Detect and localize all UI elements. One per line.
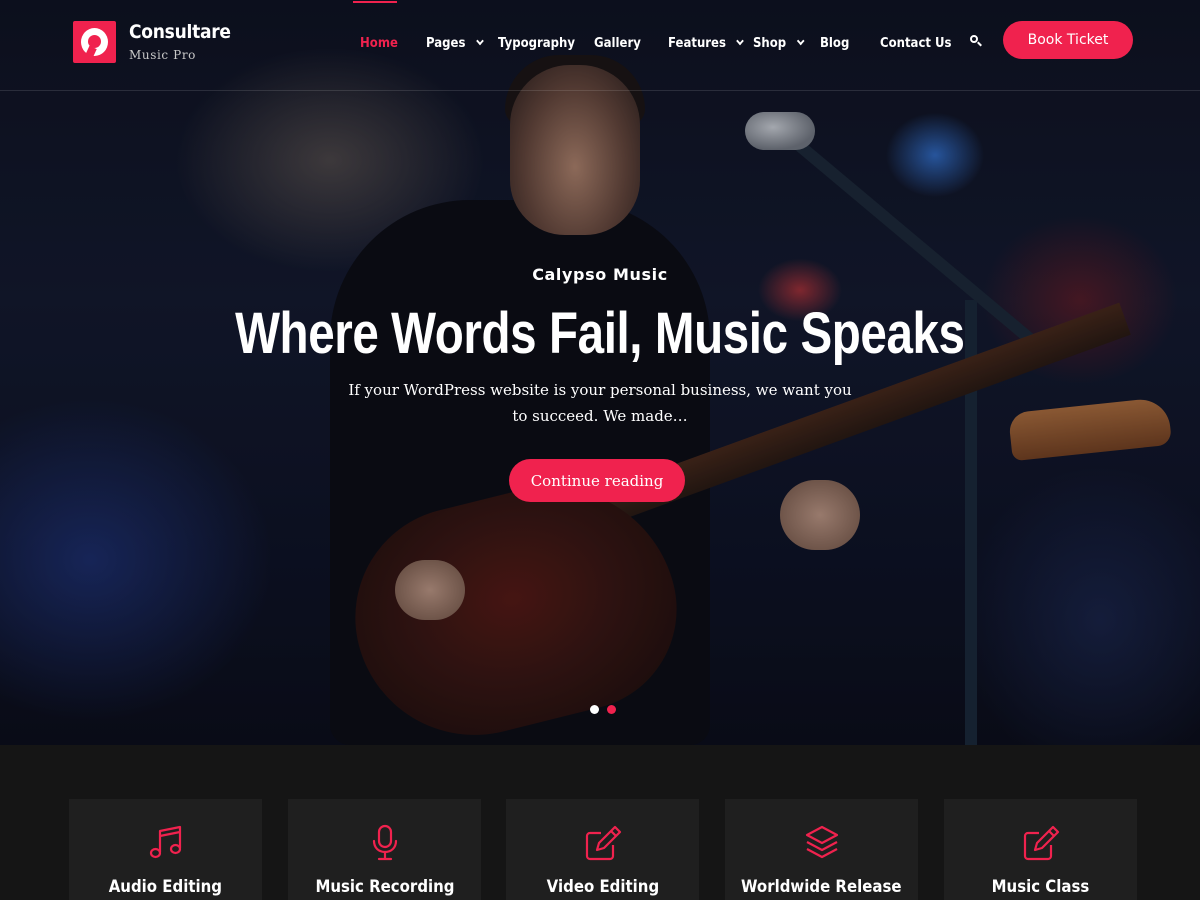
site-logo[interactable]: Consultare Music Pro: [73, 21, 242, 63]
hero-excerpt: If your WordPress website is your person…: [348, 381, 852, 425]
microphone-icon: [288, 823, 481, 863]
services-section: Audio Editing Music Recording Video Edit…: [0, 745, 1200, 900]
hero-headline-text: Where Words Fail, Music Speaks: [235, 301, 965, 366]
slider-pagination: [590, 705, 616, 714]
nav-item-pages[interactable]: Pages: [426, 33, 484, 53]
service-label: Worldwide Release: [741, 877, 902, 897]
nav-item-contact-us[interactable]: Contact Us: [880, 33, 952, 53]
nav-item-features[interactable]: Features: [668, 33, 745, 53]
service-card[interactable]: Worldwide Release: [725, 799, 918, 900]
service-card[interactable]: Music Recording: [288, 799, 481, 900]
logo-text: Consultare Music Pro: [129, 21, 242, 62]
nav-item-typography[interactable]: Typography: [498, 33, 575, 53]
nav-item-blog[interactable]: Blog: [820, 33, 849, 53]
search-icon[interactable]: [970, 35, 982, 47]
site-tagline: Music Pro: [129, 48, 196, 62]
slider-dot-2[interactable]: [607, 705, 616, 714]
layers-icon: [725, 823, 918, 863]
slider-dot-1[interactable]: [590, 705, 599, 714]
chevron-down-icon: [476, 36, 484, 46]
nav-item-shop[interactable]: Shop: [753, 33, 805, 53]
service-card[interactable]: Music Class: [944, 799, 1137, 900]
edit-icon: [506, 823, 699, 863]
music-note-icon: [69, 823, 262, 863]
hero-slider: [0, 0, 1200, 745]
chevron-down-icon: [796, 36, 805, 46]
chevron-down-icon: [736, 36, 745, 46]
book-ticket-button[interactable]: Book Ticket: [1003, 21, 1133, 59]
service-label: Video Editing: [546, 877, 659, 897]
service-label: Music Class: [991, 877, 1090, 897]
hero-headline: Where Words Fail, Music Speaks: [0, 300, 1200, 367]
service-label: Music Recording: [314, 877, 455, 897]
nav-item-gallery[interactable]: Gallery: [594, 33, 641, 53]
logo-icon: [73, 21, 116, 63]
nav-item-home[interactable]: Home: [360, 33, 398, 53]
service-card[interactable]: Audio Editing: [69, 799, 262, 900]
service-card[interactable]: Video Editing: [506, 799, 699, 900]
hero-kicker: Calypso Music: [532, 265, 668, 284]
hero-overlay: [0, 0, 1200, 745]
continue-reading-button[interactable]: Continue reading: [509, 459, 685, 502]
site-title: Consultare: [129, 21, 231, 43]
service-label: Audio Editing: [108, 877, 223, 897]
edit-icon: [944, 823, 1137, 863]
site-header: Consultare Music Pro Home Pages Typograp…: [0, 0, 1200, 91]
active-indicator: [353, 1, 397, 3]
